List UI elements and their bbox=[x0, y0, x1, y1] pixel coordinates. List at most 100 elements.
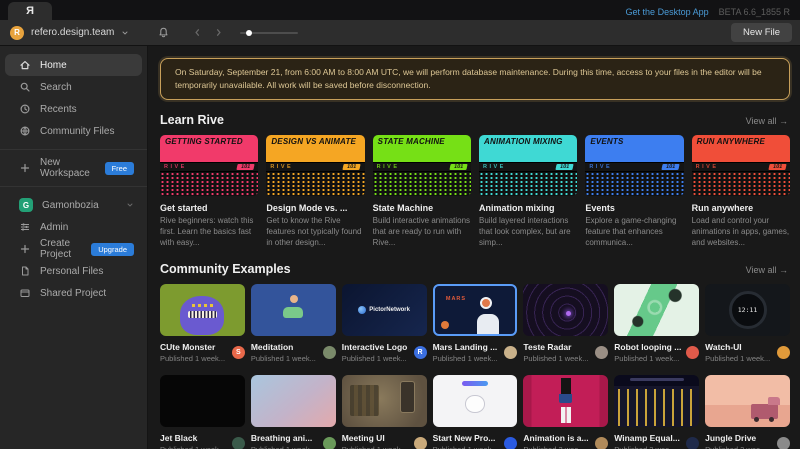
sidebar-item-admin[interactable]: Admin bbox=[5, 216, 142, 238]
community-card-mars-landing[interactable]: MARS Mars Landing ...Published 1 week... bbox=[433, 284, 518, 363]
community-card-jet-black[interactable]: Jet BlackPublished 1 week... bbox=[160, 375, 245, 449]
nav-back-icon[interactable] bbox=[192, 27, 203, 38]
community-thumbnail[interactable] bbox=[251, 284, 336, 336]
author-avatar[interactable]: S bbox=[232, 346, 245, 359]
community-card-interactive-logo[interactable]: PictorNetwork Interactive LogoPublished … bbox=[342, 284, 427, 363]
thumbnail-art bbox=[480, 297, 492, 309]
globe-icon bbox=[19, 125, 31, 137]
card-art-pattern bbox=[479, 172, 577, 196]
get-desktop-app-link[interactable]: Get the Desktop App bbox=[626, 7, 709, 17]
rive-tab[interactable]: R bbox=[8, 2, 52, 20]
notifications-bell-icon[interactable] bbox=[157, 26, 170, 39]
workspace-avatar: G bbox=[19, 198, 33, 212]
community-thumbnail[interactable] bbox=[342, 375, 427, 427]
community-thumbnail[interactable] bbox=[614, 375, 699, 427]
rive-label: RIVE bbox=[377, 164, 400, 170]
thumbnail-art: 12:11 bbox=[729, 291, 767, 329]
community-card-meeting-ui[interactable]: Meeting UIPublished 1 week... bbox=[342, 375, 427, 449]
author-avatar[interactable] bbox=[686, 437, 699, 449]
learn-card-title: Design Mode vs. ... bbox=[266, 203, 364, 213]
learn-card-animation-mixing[interactable]: ANIMATION MIXING RIVE101 Animation mixin… bbox=[479, 135, 577, 248]
published-label: Published 1 week... bbox=[614, 354, 682, 363]
card-art-pattern bbox=[692, 172, 790, 196]
community-card-jungle-drive[interactable]: Jungle DrivePublished 2 wee... bbox=[705, 375, 790, 449]
author-avatar[interactable] bbox=[323, 437, 336, 449]
learn-card-description: Build interactive animations that are re… bbox=[373, 216, 471, 248]
create-project-button[interactable]: Create Project Upgrade bbox=[5, 238, 142, 260]
community-thumbnail[interactable]: MARS bbox=[433, 284, 518, 336]
author-avatar[interactable] bbox=[504, 437, 517, 449]
team-switcher[interactable]: R refero.design.team bbox=[10, 26, 129, 40]
thumbnail-art bbox=[523, 284, 608, 336]
plus-icon bbox=[19, 162, 31, 174]
author-avatar[interactable] bbox=[504, 346, 517, 359]
nav-forward-icon[interactable] bbox=[213, 27, 224, 38]
card-art-pattern bbox=[585, 172, 683, 196]
learn-card-events[interactable]: EVENTS RIVE101 Events Explore a game-cha… bbox=[585, 135, 683, 248]
author-avatar[interactable] bbox=[777, 346, 790, 359]
slider-handle[interactable] bbox=[246, 30, 252, 36]
sidebar-item-home[interactable]: Home bbox=[5, 54, 142, 76]
card-art-title: ANIMATION MIXING bbox=[484, 138, 572, 146]
sidebar-item-label: Community Files bbox=[40, 126, 114, 137]
community-thumbnail[interactable] bbox=[523, 284, 608, 336]
community-view-all-link[interactable]: View all → bbox=[746, 265, 788, 275]
author-avatar[interactable] bbox=[232, 437, 245, 449]
zoom-slider[interactable] bbox=[240, 27, 298, 39]
learn-rive-heading: Learn Rive bbox=[160, 113, 224, 127]
learn-view-all-link[interactable]: View all → bbox=[746, 116, 788, 126]
community-thumbnail[interactable] bbox=[705, 375, 790, 427]
community-thumbnail[interactable] bbox=[251, 375, 336, 427]
community-card-animation-is-a[interactable]: Animation is a...Published 2 wee... bbox=[523, 375, 608, 449]
community-thumbnail[interactable]: PictorNetwork bbox=[342, 284, 427, 336]
card-art: RUN ANYWHERE RIVE101 bbox=[692, 135, 790, 196]
community-card-meditation[interactable]: MeditationPublished 1 week... bbox=[251, 284, 336, 363]
sidebar-item-recents[interactable]: Recents bbox=[5, 98, 142, 120]
upgrade-badge: Upgrade bbox=[91, 243, 134, 256]
learn-card-get-started[interactable]: GETTING STARTED RIVE101 Get started Rive… bbox=[160, 135, 258, 248]
community-card-robot-looping[interactable]: Robot looping ...Published 1 week... bbox=[614, 284, 699, 363]
community-thumbnail[interactable] bbox=[614, 284, 699, 336]
published-label: Published 1 week... bbox=[160, 354, 228, 363]
community-card-start-new-project[interactable]: Start New Pro...Published 1 week... bbox=[433, 375, 518, 449]
community-card-teste-radar[interactable]: Teste RadarPublished 1 week... bbox=[523, 284, 608, 363]
sidebar-item-community-files[interactable]: Community Files bbox=[5, 120, 142, 142]
learn-card-run-anywhere[interactable]: RUN ANYWHERE RIVE101 Run anywhere Load a… bbox=[692, 135, 790, 248]
author-avatar[interactable] bbox=[686, 346, 699, 359]
thumbnail-art bbox=[350, 385, 379, 416]
community-thumbnail[interactable] bbox=[433, 375, 518, 427]
maintenance-banner: On Saturday, September 21, from 6:00 AM … bbox=[160, 58, 790, 100]
sidebar-item-shared-project[interactable]: Shared Project bbox=[5, 282, 142, 304]
thumbnail-text: 12:11 bbox=[738, 306, 758, 314]
published-label: Published 2 wee... bbox=[614, 445, 682, 449]
author-avatar[interactable] bbox=[323, 346, 336, 359]
new-workspace-button[interactable]: New Workspace Free bbox=[5, 157, 142, 179]
community-thumbnail[interactable]: 12:11 bbox=[705, 284, 790, 336]
author-avatar[interactable]: R bbox=[414, 346, 427, 359]
author-avatar[interactable] bbox=[414, 437, 427, 449]
community-card-cute-monster[interactable]: CUte MonsterPublished 1 week...S bbox=[160, 284, 245, 363]
community-card-watch-ui[interactable]: 12:11 Watch-UIPublished 1 week... bbox=[705, 284, 790, 363]
community-card-breathing-animation[interactable]: Breathing ani...Published 1 week... bbox=[251, 375, 336, 449]
community-thumbnail[interactable] bbox=[160, 284, 245, 336]
published-label: Published 1 week... bbox=[705, 354, 773, 363]
sidebar-item-search[interactable]: Search bbox=[5, 76, 142, 98]
author-avatar[interactable] bbox=[595, 437, 608, 449]
community-card-winamp-equalizer[interactable]: Winamp Equal...Published 2 wee... bbox=[614, 375, 699, 449]
learn-card-state-machine[interactable]: STATE MACHINE RIVE101 State Machine Buil… bbox=[373, 135, 471, 248]
new-file-button[interactable]: New File bbox=[731, 23, 792, 42]
community-thumbnail[interactable] bbox=[523, 375, 608, 427]
learn-card-description: Load and control your animations in apps… bbox=[692, 216, 790, 248]
card-art-title: GETTING STARTED bbox=[165, 138, 253, 146]
workspace-switcher[interactable]: G Gamonbozia bbox=[5, 194, 142, 216]
author-avatar[interactable] bbox=[595, 346, 608, 359]
rive-label: RIVE bbox=[164, 164, 187, 170]
sidebar-item-personal-files[interactable]: Personal Files bbox=[5, 260, 142, 282]
rive-label: RIVE bbox=[270, 164, 293, 170]
community-thumbnail[interactable] bbox=[160, 375, 245, 427]
author-avatar[interactable] bbox=[777, 437, 790, 449]
community-card-title: Interactive Logo bbox=[342, 342, 410, 352]
published-label: Published 2 wee... bbox=[523, 445, 591, 449]
community-card-title: Breathing ani... bbox=[251, 433, 319, 443]
learn-card-design-vs-animate[interactable]: DESIGN VS ANIMATE RIVE101 Design Mode vs… bbox=[266, 135, 364, 248]
